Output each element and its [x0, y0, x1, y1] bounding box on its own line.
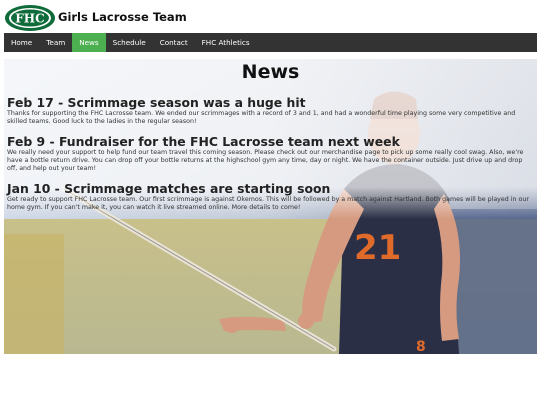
main-nav: Home Team News Schedule Contact FHC Athl…: [4, 33, 537, 52]
article-title: Jan 10 - Scrimmage matches are starting …: [7, 181, 331, 196]
article-body: Thanks for supporting the FHC Lacrosse t…: [7, 110, 516, 125]
nav-fhc-athletics[interactable]: FHC Athletics: [195, 33, 257, 52]
article-title: Feb 17 - Scrimmage season was a huge hit: [7, 95, 306, 110]
article-title: Feb 9 - Fundraiser for the FHC Lacrosse …: [7, 134, 400, 149]
article-body: Get ready to support FHC Lacrosse team. …: [7, 196, 529, 211]
fhc-logo[interactable]: FHC: [4, 4, 56, 32]
logo-text: FHC: [15, 12, 44, 26]
header: FHC Girls Lacrosse Team: [0, 0, 540, 33]
news-article: Feb 9 - Fundraiser for the FHC Lacrosse …: [7, 134, 533, 173]
nav-news[interactable]: News: [72, 33, 106, 52]
nav-contact[interactable]: Contact: [153, 33, 195, 52]
article-body: We really need your support to help fund…: [7, 149, 524, 172]
svg-text:8: 8: [416, 339, 426, 354]
news-article: Jan 10 - Scrimmage matches are starting …: [7, 181, 533, 212]
nav-team[interactable]: Team: [39, 33, 72, 52]
page-title: News: [241, 61, 300, 83]
site-title: Girls Lacrosse Team: [58, 10, 187, 24]
news-article: Feb 17 - Scrimmage season was a huge hit…: [7, 95, 533, 126]
nav-home[interactable]: Home: [4, 33, 39, 52]
news-section: 21 8 News Feb 17 - Scrimmage season was …: [4, 59, 537, 354]
nav-schedule[interactable]: Schedule: [106, 33, 153, 52]
svg-text:21: 21: [354, 228, 401, 268]
